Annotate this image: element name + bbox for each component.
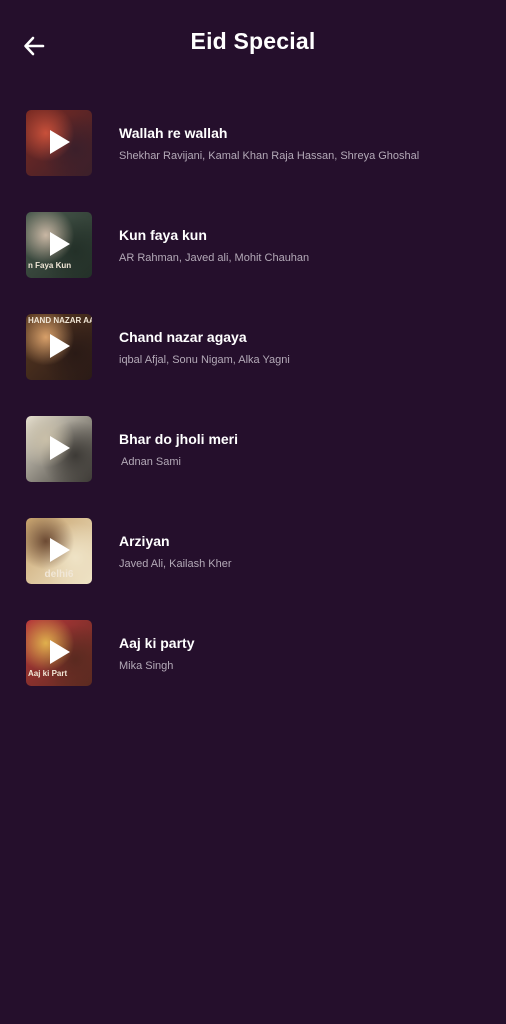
- song-artists: Mika Singh: [119, 660, 174, 672]
- song-title: Wallah re wallah: [119, 125, 228, 141]
- song-title: Chand nazar agaya: [119, 329, 247, 345]
- song-list-item[interactable]: delhi6 Arziyan Javed Ali, Kailash Kher: [0, 516, 506, 618]
- song-thumbnail[interactable]: [26, 110, 92, 176]
- thumbnail-caption: n Faya Kun: [28, 261, 72, 270]
- song-title: Kun faya kun: [119, 227, 207, 243]
- play-icon[interactable]: [50, 640, 70, 664]
- playlist-screen: Eid Special Wallah re wallah Shekhar Ravi…: [0, 0, 506, 1024]
- song-artists: AR Rahman, Javed ali, Mohit Chauhan: [119, 252, 310, 264]
- play-icon[interactable]: [50, 334, 70, 358]
- song-thumbnail[interactable]: n Faya Kun: [26, 212, 92, 278]
- song-title: Aaj ki party: [119, 635, 195, 651]
- song-artists: iqbal Afjal, Sonu Nigam, Alka Yagni: [119, 354, 290, 366]
- song-thumbnail[interactable]: [26, 416, 92, 482]
- song-list-item[interactable]: Bhar do jholi meri Adnan Sami: [0, 414, 506, 516]
- song-thumbnail[interactable]: Aaj ki Part: [26, 620, 92, 686]
- song-artists: Adnan Sami: [121, 456, 181, 468]
- song-list-item[interactable]: n Faya Kun Kun faya kun AR Rahman, Javed a…: [0, 210, 506, 312]
- song-artists: Shekhar Ravijani, Kamal Khan Raja Hassan…: [119, 150, 420, 162]
- song-list-item[interactable]: Wallah re wallah Shekhar Ravijani, Kamal …: [0, 108, 506, 210]
- play-icon[interactable]: [50, 130, 70, 154]
- play-icon[interactable]: [50, 232, 70, 256]
- song-thumbnail[interactable]: HAND NAZAR AA: [26, 314, 92, 380]
- thumbnail-caption: Aaj ki Part: [28, 669, 68, 678]
- song-thumbnail[interactable]: delhi6: [26, 518, 92, 584]
- song-title: Arziyan: [119, 533, 170, 549]
- song-list-item[interactable]: Aaj ki Part Aaj ki party Mika Singh: [0, 618, 506, 720]
- song-title: Bhar do jholi meri: [119, 431, 239, 447]
- thumbnail-caption: HAND NAZAR AA: [28, 316, 92, 325]
- header: Eid Special: [0, 0, 506, 88]
- song-list-item[interactable]: HAND NAZAR AA Chand nazar agaya iqbal Afja…: [0, 312, 506, 414]
- song-list: Wallah re wallah Shekhar Ravijani, Kamal …: [0, 108, 506, 720]
- page-title: Eid Special: [190, 28, 316, 54]
- play-icon[interactable]: [50, 538, 70, 562]
- play-icon[interactable]: [50, 436, 70, 460]
- thumbnail-caption: delhi6: [44, 569, 74, 580]
- song-artists: Javed Ali, Kailash Kher: [119, 558, 232, 570]
